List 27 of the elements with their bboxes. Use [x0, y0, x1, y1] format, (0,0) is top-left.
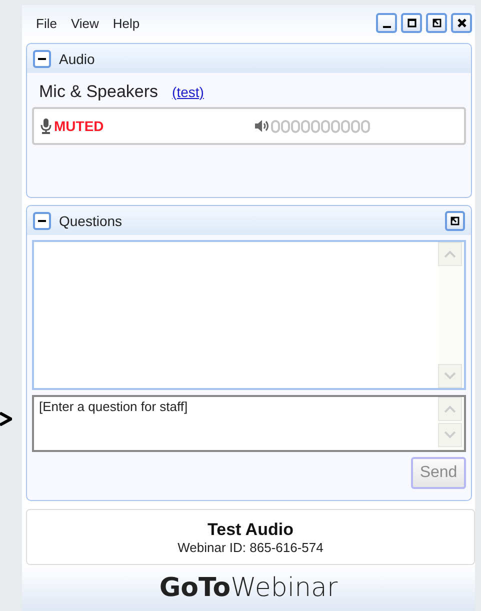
chevron-up-icon — [444, 250, 456, 258]
minimize-icon — [382, 26, 390, 28]
menu-item[interactable]: File — [36, 16, 57, 30]
collapse-button[interactable] — [33, 50, 51, 68]
maximize-button[interactable] — [401, 13, 422, 33]
chevron-down-icon — [444, 431, 456, 439]
maximize-icon — [404, 16, 418, 30]
panel-title: Audio — [59, 50, 95, 66]
menu-item[interactable]: Help — [112, 16, 140, 30]
microphone-icon[interactable] — [40, 118, 52, 134]
chevron-up-icon — [444, 405, 456, 413]
test-link[interactable]: (test) — [172, 84, 204, 100]
close-button[interactable] — [451, 13, 472, 33]
close-icon — [454, 16, 468, 30]
audio-mode-label: Mic & Speakers — [39, 82, 158, 102]
minimize-button[interactable] — [376, 13, 397, 33]
menu-item[interactable]: View — [70, 16, 99, 30]
popout-button[interactable] — [426, 13, 447, 33]
webinar-id: Webinar ID: 865-616-574 — [178, 540, 324, 554]
popout-button[interactable] — [445, 210, 465, 230]
collapse-button[interactable] — [33, 212, 51, 230]
panel-title: Questions — [59, 212, 122, 228]
chevron-down-icon — [444, 372, 456, 380]
webinar-title: Test Audio — [208, 520, 294, 540]
mic-status: MUTED — [54, 118, 104, 134]
speaker-icon[interactable] — [254, 119, 270, 133]
chevron-icon — [0, 412, 12, 426]
